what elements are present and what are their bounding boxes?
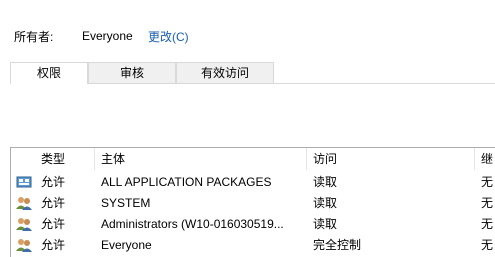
tab-permissions[interactable]: 权限 bbox=[10, 62, 88, 84]
entry-access: 完全控制 bbox=[313, 238, 362, 252]
users-icon bbox=[16, 239, 32, 252]
entry-access: 读取 bbox=[313, 196, 338, 210]
change-owner-link[interactable]: 更改(C) bbox=[148, 28, 189, 45]
list-item[interactable]: 允许 SYSTEM 读取 无 bbox=[11, 193, 495, 214]
entry-access: 读取 bbox=[313, 175, 338, 189]
entry-type: 允许 bbox=[41, 196, 66, 210]
tab-effective-access[interactable]: 有效访问 bbox=[176, 62, 274, 83]
entry-principal: Everyone bbox=[101, 238, 152, 252]
entry-inherited: 无 bbox=[481, 217, 494, 231]
entry-principal: ALL APPLICATION PACKAGES bbox=[101, 175, 272, 189]
entry-inherited: 无 bbox=[481, 196, 494, 210]
list-item[interactable]: 允许 ALL APPLICATION PACKAGES 读取 无 bbox=[11, 172, 495, 193]
owner-value: Everyone bbox=[82, 29, 133, 43]
owner-row: 所有者: Everyone 更改(C) bbox=[14, 27, 189, 45]
owner-label: 所有者: bbox=[14, 29, 54, 44]
package-icon bbox=[16, 176, 32, 188]
tab-strip: 权限 审核 有效访问 bbox=[10, 62, 495, 84]
list-item[interactable]: 允许 Administrators (W10-016030519... 读取 无 bbox=[11, 214, 495, 235]
entry-type: 允许 bbox=[41, 175, 66, 189]
column-header-inherited[interactable]: 继 bbox=[475, 148, 495, 170]
entry-principal: Administrators (W10-016030519... bbox=[101, 217, 284, 231]
entry-principal: SYSTEM bbox=[101, 196, 151, 210]
entry-inherited: 无 bbox=[481, 175, 494, 189]
users-icon bbox=[16, 218, 32, 231]
permission-entries-list[interactable]: 类型 主体 访问 继 允许 ALL APPLICATION PACKAGES 读… bbox=[10, 147, 495, 257]
entry-inherited: 无 bbox=[481, 238, 494, 252]
tab-auditing[interactable]: 审核 bbox=[88, 62, 176, 83]
column-header-type[interactable]: 类型 bbox=[35, 148, 95, 170]
entry-type: 允许 bbox=[41, 217, 66, 231]
users-icon bbox=[16, 197, 32, 210]
column-header-principal[interactable]: 主体 bbox=[95, 148, 307, 170]
list-item[interactable]: 允许 Everyone 完全控制 无 bbox=[11, 235, 495, 256]
entry-access: 读取 bbox=[313, 217, 338, 231]
column-header-access[interactable]: 访问 bbox=[307, 148, 475, 170]
entry-type: 允许 bbox=[41, 238, 66, 252]
list-header: 类型 主体 访问 继 bbox=[11, 148, 495, 170]
